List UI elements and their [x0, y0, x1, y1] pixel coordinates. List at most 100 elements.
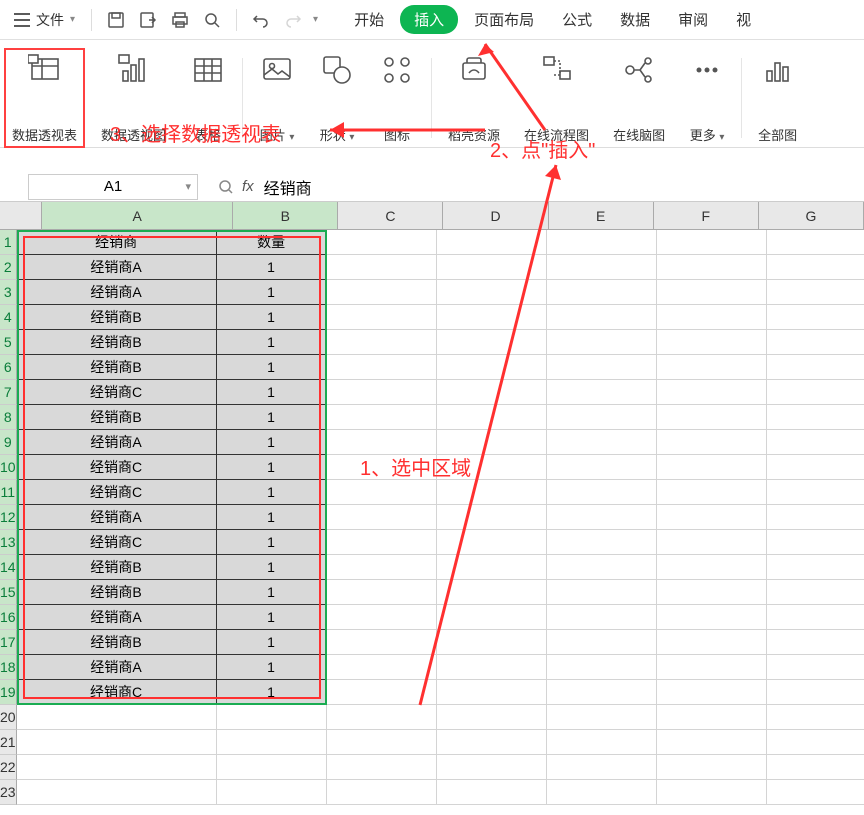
table-button[interactable]: 表格 [182, 48, 234, 148]
output-icon[interactable] [134, 6, 162, 34]
cell[interactable] [767, 330, 864, 355]
cell[interactable] [327, 355, 437, 380]
cell[interactable]: 1 [217, 405, 327, 430]
cell[interactable] [657, 755, 767, 780]
cell[interactable]: 1 [217, 255, 327, 280]
cell[interactable] [217, 755, 327, 780]
cell[interactable] [547, 380, 657, 405]
pivot-table-button[interactable]: 数据透视表 [4, 48, 85, 148]
row-header[interactable]: 22 [0, 755, 17, 780]
cell[interactable] [547, 230, 657, 255]
docer-button[interactable]: 稻壳资源 [440, 48, 508, 148]
cell[interactable] [767, 680, 864, 705]
row-header[interactable]: 17 [0, 630, 17, 655]
cell[interactable] [327, 755, 437, 780]
cell[interactable]: 经销商B [17, 355, 217, 380]
row-header[interactable]: 13 [0, 530, 17, 555]
cell[interactable] [437, 580, 547, 605]
cell[interactable]: 经销商B [17, 330, 217, 355]
cell[interactable] [547, 405, 657, 430]
select-all-corner[interactable] [0, 202, 42, 229]
cell[interactable] [17, 730, 217, 755]
cell[interactable] [657, 480, 767, 505]
pivot-chart-button[interactable]: 数据透视图 [93, 48, 174, 148]
cell[interactable]: 经销商C [17, 455, 217, 480]
cell[interactable]: 1 [217, 505, 327, 530]
cell[interactable] [657, 680, 767, 705]
cell[interactable] [547, 705, 657, 730]
row-header[interactable]: 15 [0, 580, 17, 605]
cell[interactable] [437, 680, 547, 705]
cell[interactable] [547, 355, 657, 380]
cell[interactable] [217, 705, 327, 730]
cancel-icon[interactable] [218, 179, 234, 195]
cell[interactable] [767, 630, 864, 655]
row-header[interactable]: 5 [0, 330, 17, 355]
tab-data[interactable]: 数据 [608, 3, 662, 36]
cell[interactable] [767, 305, 864, 330]
cell[interactable]: 数量 [217, 230, 327, 255]
cell[interactable] [547, 430, 657, 455]
cell[interactable] [547, 305, 657, 330]
cell[interactable] [767, 430, 864, 455]
cell[interactable] [437, 630, 547, 655]
row-header[interactable]: 7 [0, 380, 17, 405]
cell[interactable]: 1 [217, 655, 327, 680]
cell[interactable] [657, 505, 767, 530]
cell[interactable] [657, 405, 767, 430]
all-charts-button[interactable]: 全部图 [750, 48, 805, 148]
cell[interactable]: 经销商A [17, 605, 217, 630]
cell[interactable] [327, 555, 437, 580]
cell[interactable] [547, 730, 657, 755]
cell[interactable]: 1 [217, 680, 327, 705]
row-header[interactable]: 10 [0, 455, 17, 480]
cell[interactable] [327, 330, 437, 355]
cell[interactable] [327, 380, 437, 405]
cell[interactable]: 1 [217, 455, 327, 480]
cell[interactable] [437, 755, 547, 780]
cell[interactable] [327, 780, 437, 805]
cell[interactable] [767, 780, 864, 805]
cell[interactable] [327, 630, 437, 655]
cell[interactable] [657, 605, 767, 630]
icons-button[interactable]: 图标 [371, 48, 423, 148]
col-header-E[interactable]: E [549, 202, 654, 229]
cell[interactable] [437, 305, 547, 330]
cell[interactable]: 1 [217, 430, 327, 455]
print-icon[interactable] [166, 6, 194, 34]
cell[interactable]: 经销商A [17, 280, 217, 305]
cell[interactable]: 经销商B [17, 305, 217, 330]
cell[interactable]: 经销商C [17, 480, 217, 505]
cell[interactable] [767, 255, 864, 280]
cell[interactable] [657, 380, 767, 405]
cell[interactable] [767, 705, 864, 730]
cell[interactable] [547, 330, 657, 355]
cell[interactable] [437, 455, 547, 480]
col-header-A[interactable]: A [42, 202, 233, 229]
cell[interactable] [17, 705, 217, 730]
cell[interactable] [657, 580, 767, 605]
cell[interactable] [767, 380, 864, 405]
cell[interactable] [327, 705, 437, 730]
cell[interactable] [657, 305, 767, 330]
cell[interactable] [437, 480, 547, 505]
cell[interactable] [547, 255, 657, 280]
row-header[interactable]: 14 [0, 555, 17, 580]
cell[interactable] [437, 780, 547, 805]
formula-input[interactable]: 经销商 [254, 175, 312, 199]
col-header-F[interactable]: F [654, 202, 759, 229]
cell[interactable] [327, 230, 437, 255]
tab-insert[interactable]: 插入 [400, 5, 458, 34]
cell[interactable] [547, 680, 657, 705]
row-header[interactable]: 18 [0, 655, 17, 680]
cell[interactable] [547, 780, 657, 805]
cell[interactable] [437, 730, 547, 755]
fx-button[interactable]: fx [242, 178, 254, 195]
name-box[interactable]: A1 ▾ [28, 174, 198, 200]
cell[interactable] [327, 280, 437, 305]
cell[interactable] [657, 655, 767, 680]
cell[interactable] [657, 430, 767, 455]
cell[interactable] [657, 255, 767, 280]
row-header[interactable]: 23 [0, 780, 17, 805]
redo-icon[interactable] [279, 6, 307, 34]
